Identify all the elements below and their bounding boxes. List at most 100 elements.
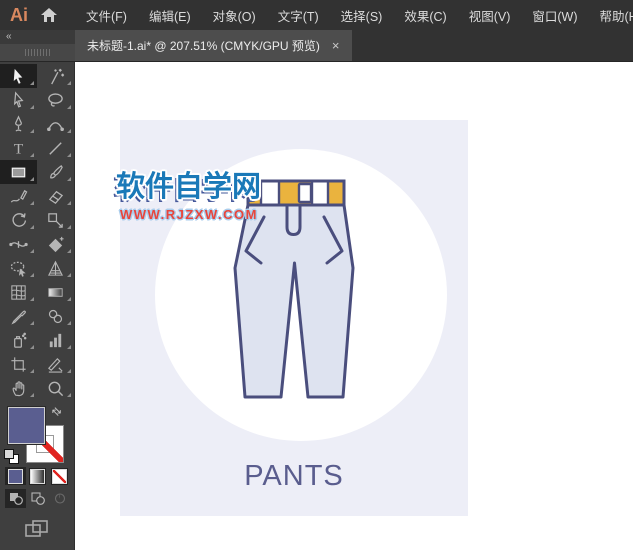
menu-type[interactable]: 文字(T) [267,0,330,30]
line-segment-icon [49,141,62,155]
document-viewport[interactable]: 软件自学网 WWW.RJZXW.COM PANTS [75,61,633,550]
mesh-icon [11,284,26,300]
eraser-tool[interactable] [37,184,74,208]
paint-color-button[interactable] [5,467,26,485]
eyedropper-icon [11,310,26,325]
perspective-grid-icon [48,260,63,276]
magic-wand-icon [51,68,65,84]
zoom-tool[interactable] [37,376,74,400]
pencil-tool[interactable] [0,184,37,208]
hand-tool[interactable] [0,376,37,400]
drag-handle-texture [24,49,51,56]
selection-arrow-icon [13,68,23,84]
menu-window[interactable]: 窗口(W) [521,0,588,30]
artboard[interactable]: 软件自学网 WWW.RJZXW.COM PANTS [116,120,468,516]
paint-none-button[interactable] [49,467,70,485]
shape-builder-icon [48,236,64,252]
shape-builder-tool[interactable] [37,232,74,256]
draw-normal-button[interactable] [5,489,26,508]
blend-icon [48,309,63,323]
pants-caption: PANTS [244,460,344,492]
slice-tool[interactable] [37,352,74,376]
tools-grid: T [0,61,74,400]
symbol-sprayer-icon [14,332,27,348]
mesh-tool[interactable] [0,280,37,304]
rotate-tool[interactable] [0,208,37,232]
width-icon [9,240,28,248]
menu-effect[interactable]: 效果(C) [393,0,457,30]
shaper-lasso-icon [10,261,26,277]
eraser-icon [48,190,64,204]
paintbrush-tool[interactable] [37,160,74,184]
svg-text:T: T [14,140,24,157]
home-button[interactable] [41,8,57,22]
pen-icon [15,114,22,131]
paint-gradient-button[interactable] [27,467,48,485]
draw-behind-button[interactable] [27,489,48,508]
screen-mode-icon [25,520,48,537]
scale-icon [48,212,63,228]
gradient-chip [30,468,45,484]
tool-panel: T ⇄ [0,61,75,550]
none-chip [52,468,67,484]
type-icon: T [14,140,24,157]
menu-bar: Ai 文件(F) 编辑(E) 对象(O) 文字(T) 选择(S) 效果(C) 视… [0,0,633,30]
symbol-sprayer-tool[interactable] [0,328,37,352]
rotate-icon [12,212,27,227]
panel-drag-handle[interactable] [0,44,75,61]
slice-knife-icon [48,357,63,373]
menu-select[interactable]: 选择(S) [330,0,394,30]
rectangle-icon [11,167,26,177]
zoom-magnifier-icon [48,381,64,396]
change-screen-mode-button[interactable] [0,519,74,539]
column-graph-icon [49,333,62,347]
paintbrush-icon [50,164,63,178]
menu-object[interactable]: 对象(O) [202,0,267,30]
perspective-grid-tool[interactable] [37,256,74,280]
curvature-tool[interactable] [37,112,74,136]
blend-tool[interactable] [37,304,74,328]
collapse-panel-button[interactable]: « [6,31,11,42]
pencil-icon [10,189,28,203]
document-tab-title: 未标题-1.ai* @ 207.51% (CMYK/GPU 预览) [87,39,320,53]
watermark-url: WWW.RJZXW.COM [120,207,258,222]
menu-file[interactable]: 文件(F) [75,0,138,30]
scale-tool[interactable] [37,208,74,232]
menu-view[interactable]: 视图(V) [458,0,522,30]
draw-inside-icon [54,493,65,504]
direct-selection-tool[interactable] [0,88,37,112]
shaper-tool[interactable] [0,256,37,280]
column-graph-tool[interactable] [37,328,74,352]
type-tool[interactable]: T [0,136,37,160]
default-fill-chip [4,449,14,459]
menu-edit[interactable]: 编辑(E) [138,0,202,30]
artboard-tool[interactable] [0,352,37,376]
eyedropper-tool[interactable] [0,304,37,328]
draw-inside-button[interactable] [49,489,70,508]
rectangle-tool[interactable] [0,160,37,184]
draw-behind-icon [30,492,45,505]
pen-tool[interactable] [0,112,37,136]
fill-color-swatch[interactable] [8,407,45,444]
selection-tool[interactable] [0,64,37,88]
gradient-tool[interactable] [37,280,74,304]
lasso-tool[interactable] [37,88,74,112]
swap-fill-stroke-button[interactable]: ⇄ [49,404,65,419]
illustrator-window: Ai 文件(F) 编辑(E) 对象(O) 文字(T) 选择(S) 效果(C) 视… [0,0,633,550]
artboard-icon [11,356,26,372]
paint-style-buttons [5,467,70,485]
tab-close-button[interactable]: × [332,39,340,52]
curvature-icon [47,121,64,131]
document-tab[interactable]: 未标题-1.ai* @ 207.51% (CMYK/GPU 预览) × [75,30,352,61]
magic-wand-tool[interactable] [37,64,74,88]
gradient-icon [48,287,63,297]
hand-icon [12,380,25,396]
line-segment-tool[interactable] [37,136,74,160]
color-chip [8,468,23,484]
drawing-mode-buttons [5,489,70,508]
width-tool[interactable] [0,232,37,256]
default-fill-stroke-button[interactable] [4,449,19,464]
direct-selection-arrow-icon [13,90,24,108]
menu-help[interactable]: 帮助(H) [589,0,633,30]
watermark-title: 软件自学网 [116,171,262,203]
